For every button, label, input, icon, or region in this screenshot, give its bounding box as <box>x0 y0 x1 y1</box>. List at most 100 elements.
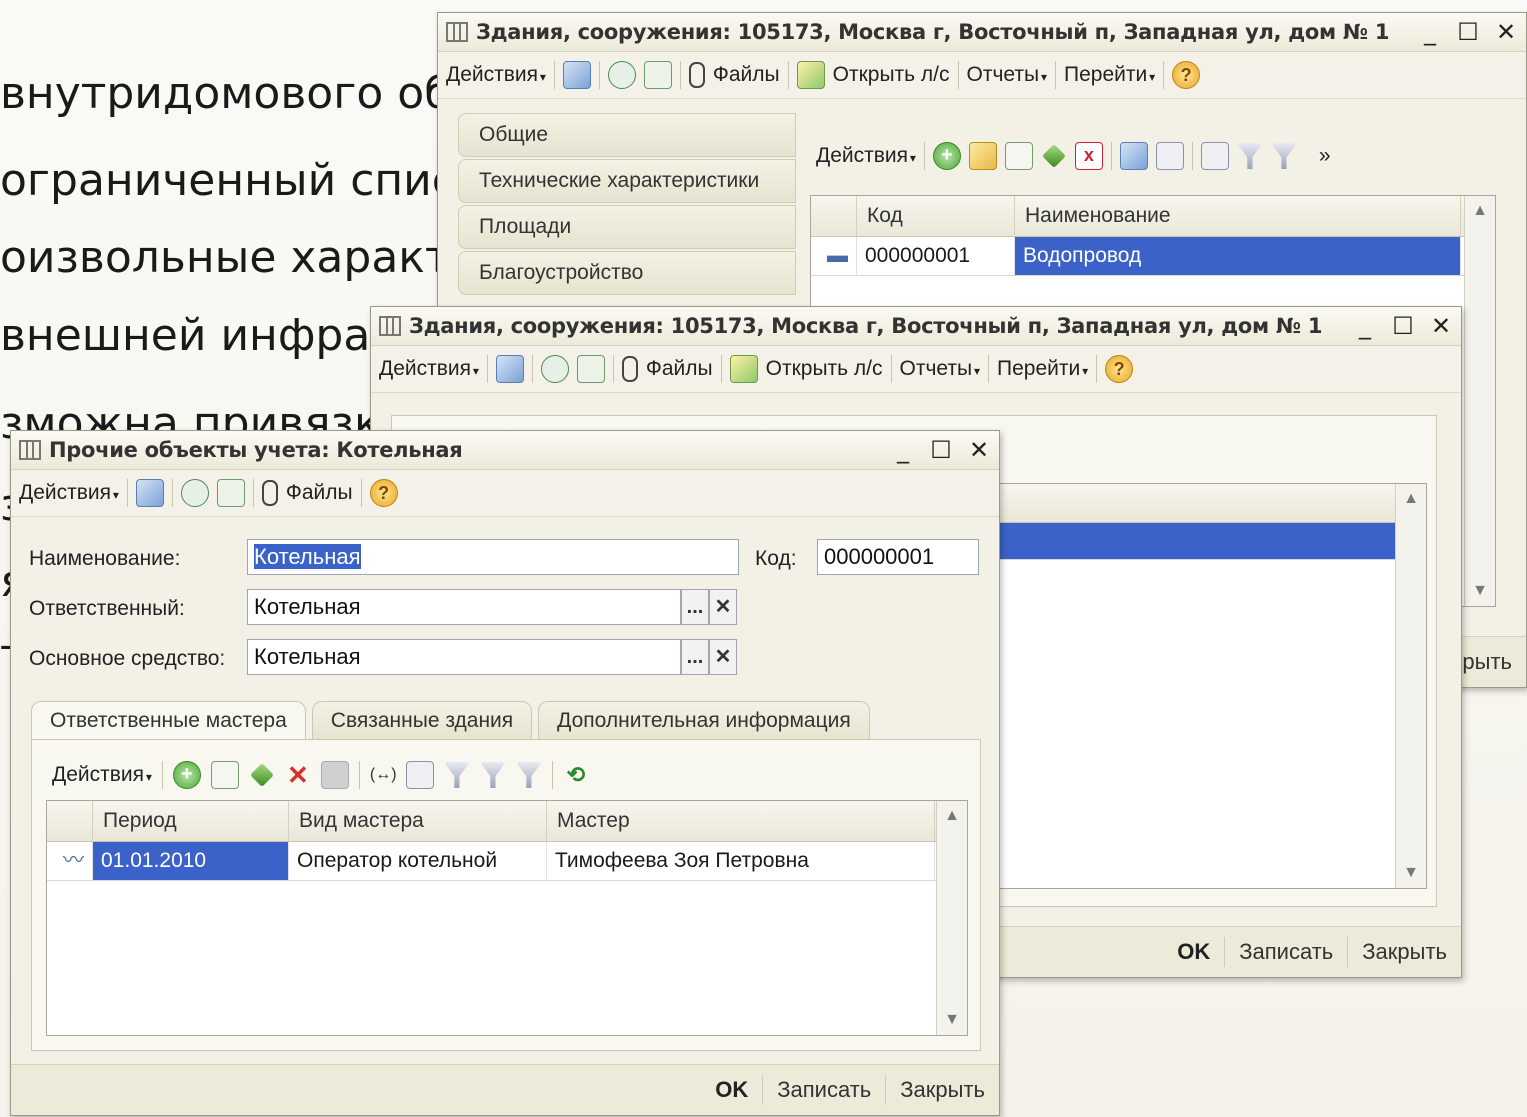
ok-button[interactable]: OK <box>1163 937 1224 967</box>
side-tab-landscaping[interactable]: Благоустройство <box>458 251 796 295</box>
copy-icon[interactable] <box>216 479 245 507</box>
side-tab-tech[interactable]: Технические характеристики <box>458 159 796 203</box>
reports-menu[interactable]: Отчеты ▾ <box>967 63 1047 87</box>
files-button[interactable]: Файлы <box>286 481 353 505</box>
filter-icon[interactable] <box>443 762 470 788</box>
close-button[interactable]: ✕ <box>1494 20 1518 44</box>
selected-row[interactable] <box>972 523 1396 559</box>
edit-icon[interactable] <box>249 763 274 787</box>
open-ls-button[interactable]: Открыть л/с <box>833 63 950 87</box>
fit-width-icon[interactable]: (↔) <box>370 762 397 788</box>
open-ls-button[interactable]: Открыть л/с <box>766 357 883 381</box>
asset-field[interactable]: Котельная <box>247 639 681 675</box>
maximize-button[interactable]: ☐ <box>929 438 953 462</box>
scroll-down-arrow-icon[interactable]: ▼ <box>937 1005 967 1035</box>
files-button[interactable]: Файлы <box>646 357 713 381</box>
minimize-button[interactable]: _ <box>1353 314 1377 338</box>
goto-menu[interactable]: Перейти ▾ <box>1064 63 1155 87</box>
save-close-icon[interactable] <box>562 61 591 89</box>
add-icon[interactable]: + <box>932 142 961 170</box>
panel-actions-menu[interactable]: Действия ▾ <box>52 763 152 787</box>
tab-additional-info[interactable]: Дополнительная информация <box>538 701 870 740</box>
maximize-button[interactable]: ☐ <box>1456 20 1480 44</box>
add-icon[interactable]: + <box>172 761 201 789</box>
side-tab-areas[interactable]: Площади <box>458 205 796 249</box>
close-button[interactable]: ✕ <box>1429 314 1453 338</box>
close-window-button[interactable]: Закрыть <box>1347 937 1461 967</box>
copy-row-icon[interactable] <box>1004 142 1033 170</box>
delete-icon[interactable]: ✕ <box>285 762 311 788</box>
responsible-field[interactable]: Котельная <box>247 589 681 625</box>
help-icon[interactable]: ? <box>1172 61 1201 89</box>
side-tabs: Общие Технические характеристики Площади… <box>458 113 796 297</box>
clear-icon[interactable]: ✕ <box>709 639 737 675</box>
column-header-kind[interactable]: Вид мастера <box>289 801 547 841</box>
window-titlebar[interactable]: Здания, сооружения: 105173, Москва г, Во… <box>438 13 1526 52</box>
add-folder-icon[interactable] <box>968 142 997 170</box>
edit-icon[interactable] <box>1041 144 1066 168</box>
scroll-down-arrow-icon[interactable]: ▼ <box>1465 576 1495 606</box>
column-header-name[interactable]: Наименование <box>1015 196 1461 236</box>
actions-menu[interactable]: Действия ▾ <box>446 63 546 87</box>
copy-icon[interactable] <box>643 61 672 89</box>
refresh-icon[interactable] <box>540 355 569 383</box>
close-window-button[interactable]: Закрыть <box>885 1075 999 1105</box>
code-field[interactable]: 000000001 <box>817 539 979 575</box>
vertical-scrollbar[interactable]: ▲ ▼ <box>1395 484 1426 888</box>
main-toolbar: Действия ▾ Файлы ? <box>11 470 999 517</box>
code-label: Код: <box>755 547 797 570</box>
reports-menu[interactable]: Отчеты ▾ <box>900 357 980 381</box>
filter-menu-icon[interactable] <box>1270 143 1297 169</box>
column-header-code[interactable]: Код <box>857 196 1015 236</box>
select-button[interactable]: ... <box>681 639 709 675</box>
tab-responsible-masters[interactable]: Ответственные мастера <box>31 701 306 740</box>
refresh-icon[interactable] <box>607 61 636 89</box>
scroll-up-arrow-icon[interactable]: ▲ <box>937 801 967 831</box>
vertical-scrollbar[interactable]: ▲ ▼ <box>1464 196 1495 606</box>
inner-actions-menu[interactable]: Действия ▾ <box>816 144 916 168</box>
save-close-icon[interactable] <box>495 355 524 383</box>
actions-menu[interactable]: Действия ▾ <box>19 481 119 505</box>
help-icon[interactable]: ? <box>1105 355 1134 383</box>
side-tab-general[interactable]: Общие <box>458 113 796 157</box>
scroll-up-arrow-icon[interactable]: ▲ <box>1396 484 1426 514</box>
refresh-icon[interactable] <box>180 479 209 507</box>
minimize-button[interactable]: _ <box>891 438 915 462</box>
clear-filter-icon[interactable] <box>515 762 542 788</box>
save-button[interactable]: Записать <box>1224 937 1347 967</box>
select-button[interactable]: ... <box>681 589 709 625</box>
sort-icon[interactable] <box>405 761 434 789</box>
table-row[interactable]: 〰 01.01.2010 Оператор котельной Тимофеев… <box>47 842 967 881</box>
scroll-up-arrow-icon[interactable]: ▲ <box>1465 196 1495 226</box>
scroll-down-arrow-icon[interactable]: ▼ <box>1396 858 1426 888</box>
save-button[interactable]: Записать <box>762 1075 885 1105</box>
window-titlebar[interactable]: Здания, сооружения: 105173, Москва г, Во… <box>371 307 1461 346</box>
sort-icon[interactable] <box>1200 142 1229 170</box>
ok-button[interactable]: OK <box>701 1075 762 1105</box>
column-header-period[interactable]: Период <box>93 801 289 841</box>
filter-icon[interactable] <box>1236 143 1263 169</box>
vertical-scrollbar[interactable]: ▲ ▼ <box>936 801 967 1035</box>
goto-menu[interactable]: Перейти ▾ <box>997 357 1088 381</box>
close-button[interactable]: ✕ <box>967 438 991 462</box>
copy-icon[interactable] <box>576 355 605 383</box>
more-button[interactable]: » <box>1319 144 1331 168</box>
clear-icon[interactable]: ✕ <box>709 589 737 625</box>
hierarchy-icon[interactable] <box>1119 142 1148 170</box>
files-button[interactable]: Файлы <box>713 63 780 87</box>
tab-linked-buildings[interactable]: Связанные здания <box>311 701 533 740</box>
help-icon[interactable]: ? <box>369 479 398 507</box>
level-up-icon[interactable] <box>1155 142 1184 170</box>
filter-menu-icon[interactable] <box>479 762 506 788</box>
copy-row-icon[interactable] <box>210 761 239 789</box>
refresh-list-icon[interactable]: ⟲ <box>563 762 589 788</box>
actions-menu[interactable]: Действия ▾ <box>379 357 479 381</box>
table-row[interactable]: ▬ 000000001 Водопровод <box>811 237 1495 276</box>
window-titlebar[interactable]: Прочие объекты учета: Котельная _ ☐ ✕ <box>11 431 999 470</box>
name-field[interactable]: Котельная <box>247 539 739 575</box>
minimize-button[interactable]: _ <box>1418 20 1442 44</box>
maximize-button[interactable]: ☐ <box>1391 314 1415 338</box>
column-header-master[interactable]: Мастер <box>547 801 935 841</box>
delete-icon[interactable]: x <box>1074 142 1103 170</box>
save-close-icon[interactable] <box>135 479 164 507</box>
